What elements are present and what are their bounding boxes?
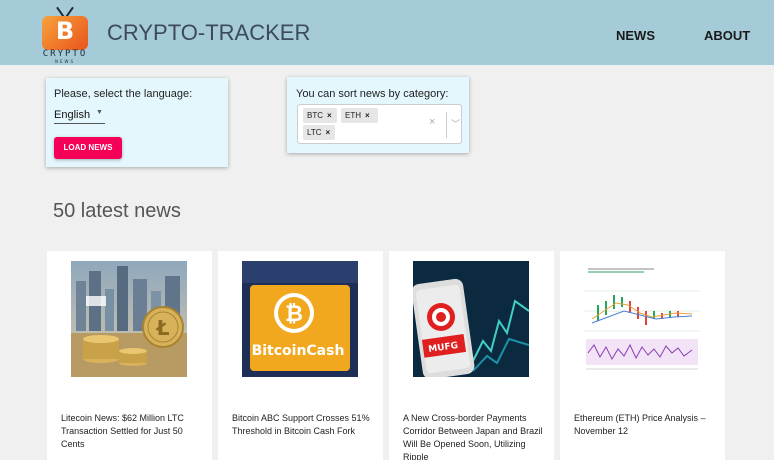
category-chip-ltc: LTC × — [303, 125, 335, 140]
eth-price-chart-image — [584, 261, 700, 377]
chip-label: LTC — [307, 128, 322, 137]
logo-subtext: NEWS — [54, 59, 75, 64]
chip-label: ETH — [345, 111, 361, 120]
news-card[interactable]: ₿ BitcoinCash Bitcoin ABC Support Crosse… — [218, 251, 383, 460]
sort-panel: You can sort news by category: BTC × ETH ×… — [287, 77, 469, 153]
language-select[interactable]: English ▼ — [54, 108, 105, 124]
news-section-heading: 50 latest news — [53, 200, 181, 222]
news-card[interactable]: MUFG A New Cross-border Payments Corrido… — [389, 251, 554, 460]
svg-text:Ł: Ł — [156, 316, 170, 340]
news-card-title: A New Cross-border Payments Corridor Bet… — [403, 413, 543, 460]
select-divider — [446, 112, 447, 138]
chevron-down-icon[interactable]: ﹀ — [451, 117, 460, 130]
litecoin-news-image: Ł — [71, 261, 187, 377]
remove-chip-icon[interactable]: × — [365, 111, 370, 120]
news-card-title: Ethereum (ETH) Price Analysis – November… — [574, 413, 706, 436]
load-news-button[interactable]: LOAD NEWS — [54, 137, 122, 159]
crypto-news-logo[interactable]: B CRYPTO NEWS — [38, 4, 92, 64]
news-card[interactable]: Ethereum (ETH) Price Analysis – November… — [560, 251, 725, 460]
logo-text: CRYPTO — [42, 49, 88, 59]
logo-bitcoin-mark: B — [55, 17, 75, 45]
news-card-title: Litecoin News: $62 Million LTC Transacti… — [61, 413, 184, 449]
chip-label: BTC — [307, 111, 323, 120]
app-header: B CRYPTO NEWS CRYPTO-TRACKER NEWS ABOUT — [0, 0, 774, 65]
news-card[interactable]: Ł Litecoin News: $62 Million LTC Transac… — [47, 251, 212, 460]
mufg-news-image: MUFG — [413, 261, 529, 377]
news-card-title: Bitcoin ABC Support Crosses 51% Threshol… — [232, 413, 370, 436]
app-title: CRYPTO-TRACKER — [107, 20, 311, 45]
category-chip-btc: BTC × — [303, 108, 337, 123]
clear-all-icon[interactable]: × — [429, 116, 435, 128]
remove-chip-icon[interactable]: × — [327, 111, 332, 120]
remove-chip-icon[interactable]: × — [326, 128, 331, 137]
caret-down-icon: ▼ — [96, 109, 103, 116]
bitcoin-cash-logo-text: BitcoinCash — [252, 343, 345, 359]
svg-text:₿: ₿ — [285, 302, 303, 327]
bitcoin-cash-news-image: ₿ BitcoinCash — [242, 261, 358, 377]
language-label: Please, select the language: — [54, 88, 193, 100]
category-chip-eth: ETH × — [341, 108, 378, 123]
nav-about-link[interactable]: ABOUT — [704, 28, 750, 43]
nav-news-link[interactable]: NEWS — [616, 28, 655, 43]
language-select-value: English — [54, 109, 91, 121]
language-panel: Please, select the language: English ▼ L… — [46, 78, 228, 167]
sort-label: You can sort news by category: — [296, 88, 449, 100]
category-multi-select[interactable]: BTC × ETH × LTC × × ﹀ — [297, 104, 462, 144]
